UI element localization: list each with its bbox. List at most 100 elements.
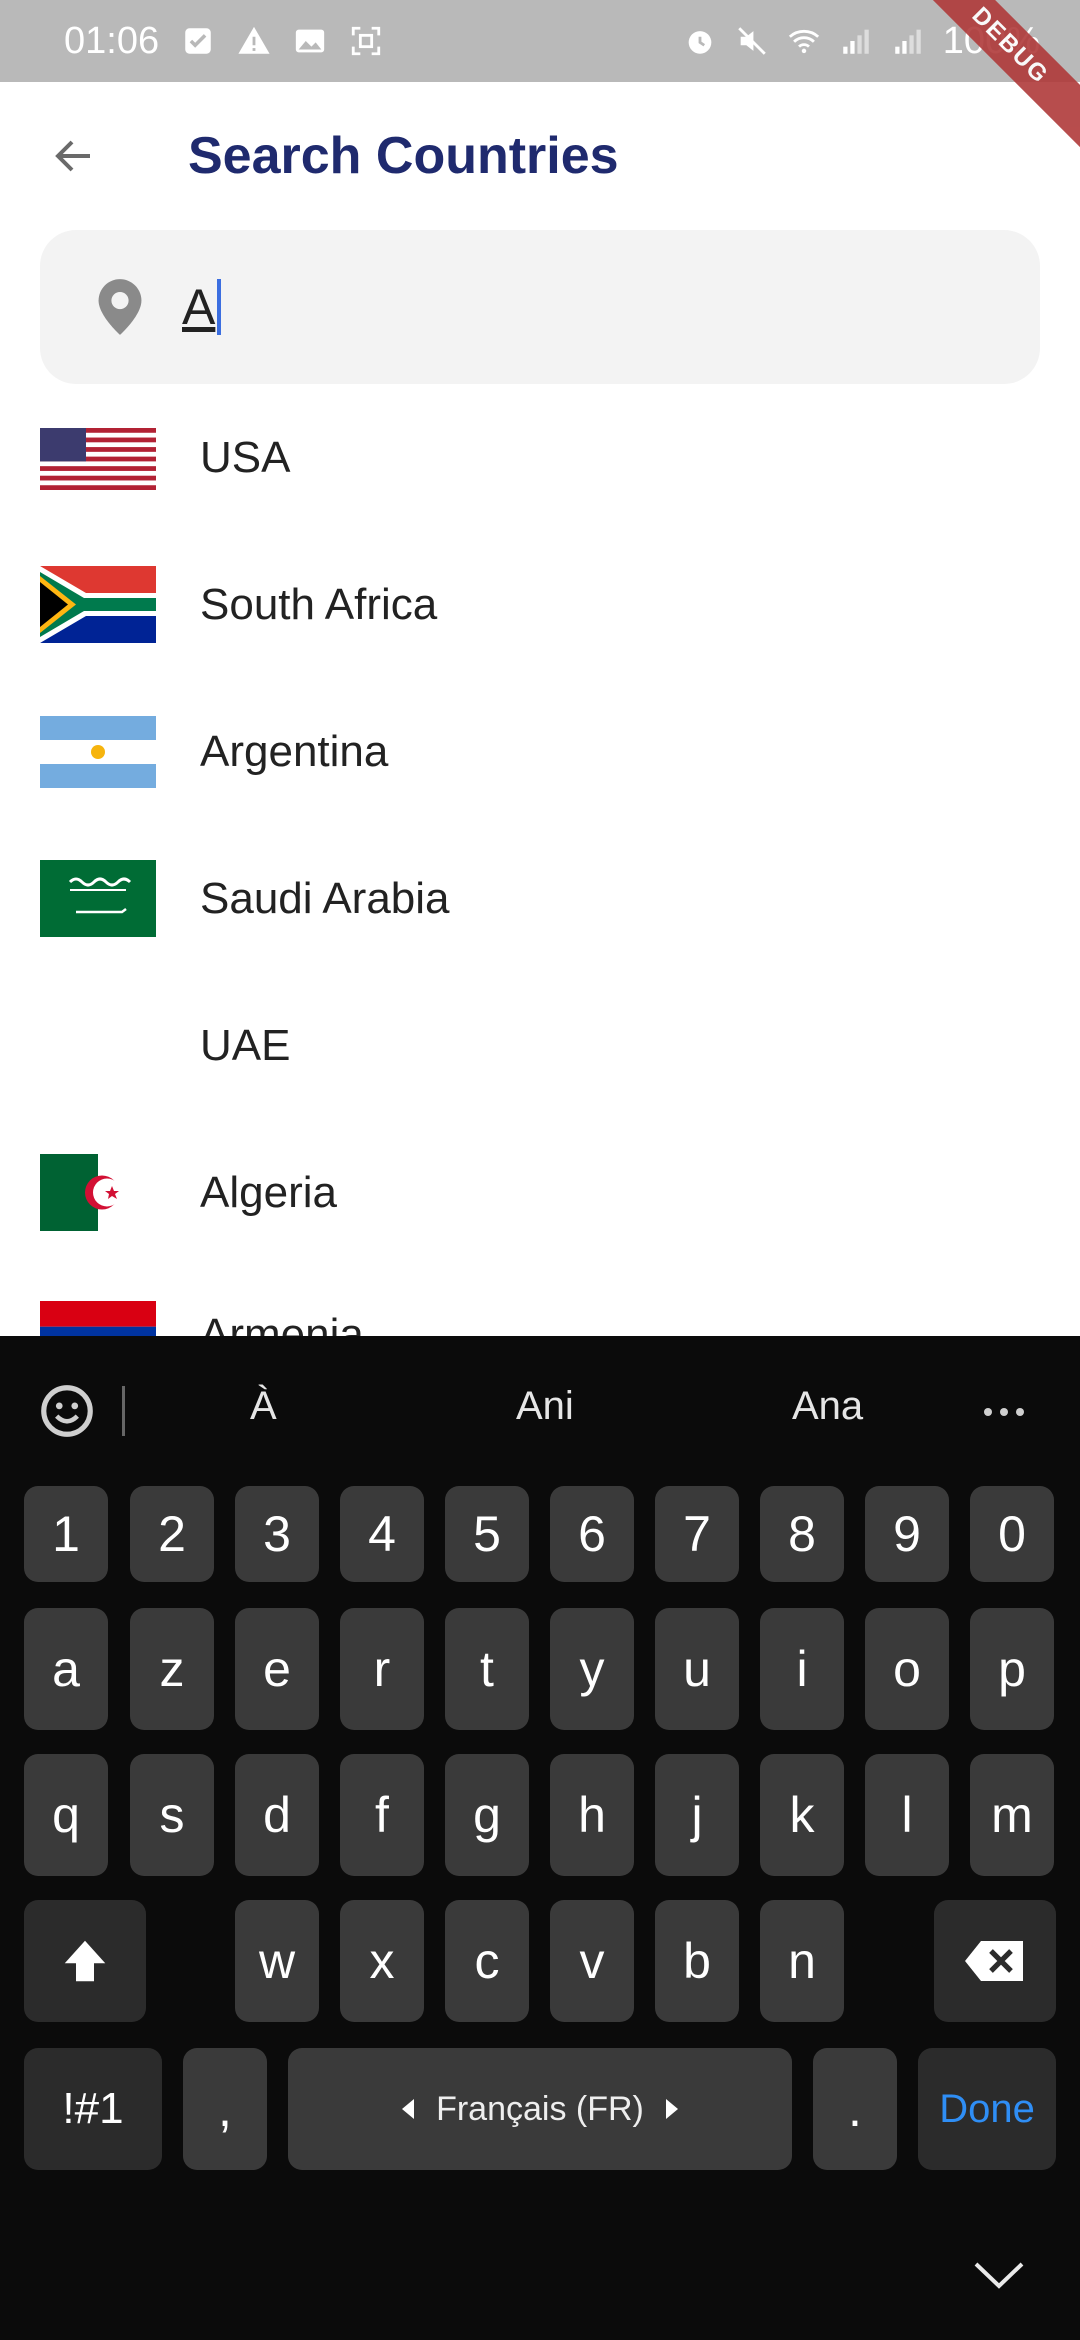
key-2[interactable]: 2 <box>130 1486 214 1582</box>
comma-key[interactable]: , <box>183 2048 267 2170</box>
search-input-text: A <box>182 279 216 335</box>
suggestion-2[interactable]: Ani <box>516 1384 574 1429</box>
algeria-flag-icon <box>40 1154 156 1231</box>
search-input[interactable]: A <box>182 278 222 336</box>
country-name: UAE <box>200 1020 291 1070</box>
country-item[interactable]: Argentina <box>0 678 1080 825</box>
key-a[interactable]: a <box>24 1608 108 1730</box>
app-bar: Search Countries <box>0 82 1080 230</box>
country-name: Algeria <box>200 1167 337 1217</box>
key-9[interactable]: 9 <box>865 1486 949 1582</box>
key-k[interactable]: k <box>760 1754 844 1876</box>
country-name: Saudi Arabia <box>200 873 450 923</box>
symbols-key[interactable]: !#1 <box>24 2048 162 2170</box>
period-key[interactable]: . <box>813 2048 897 2170</box>
key-7[interactable]: 7 <box>655 1486 739 1582</box>
signal-icon <box>843 29 869 54</box>
done-key-label: Done <box>939 2086 1035 2131</box>
key-u[interactable]: u <box>655 1608 739 1730</box>
country-name: South Africa <box>200 579 438 629</box>
signal-icon-2 <box>895 29 921 54</box>
key-f[interactable]: f <box>340 1754 424 1876</box>
key-6[interactable]: 6 <box>550 1486 634 1582</box>
key-h[interactable]: h <box>550 1754 634 1876</box>
saudi-arabia-flag-icon <box>40 860 156 937</box>
key-n[interactable]: n <box>760 1900 844 2022</box>
key-4[interactable]: 4 <box>340 1486 424 1582</box>
chevron-down-icon[interactable] <box>972 2260 1026 2290</box>
next-language-icon <box>665 2099 678 2119</box>
status-time: 01:06 <box>64 19 160 62</box>
key-o[interactable]: o <box>865 1608 949 1730</box>
key-5[interactable]: 5 <box>445 1486 529 1582</box>
key-t[interactable]: t <box>445 1608 529 1730</box>
location-pin-icon <box>98 279 142 335</box>
key-s[interactable]: s <box>130 1754 214 1876</box>
backspace-icon <box>965 1941 1023 1981</box>
key-m[interactable]: m <box>970 1754 1054 1876</box>
suggestion-3[interactable]: Ana <box>792 1384 863 1429</box>
suggestion-1[interactable]: À <box>250 1384 277 1429</box>
country-name: Argentina <box>200 726 389 776</box>
country-item[interactable]: South Africa <box>0 531 1080 678</box>
screenshot-icon <box>351 26 381 56</box>
key-x[interactable]: x <box>340 1900 424 2022</box>
key-b[interactable]: b <box>655 1900 739 2022</box>
prev-language-icon <box>402 2099 415 2119</box>
done-key[interactable]: Done <box>918 2048 1056 2170</box>
armenia-flag-icon <box>40 1301 156 1336</box>
key-v[interactable]: v <box>550 1900 634 2022</box>
country-item[interactable]: Algeria <box>0 1119 1080 1266</box>
usa-flag-icon <box>40 428 156 490</box>
status-left: 01:06 <box>64 20 383 63</box>
suggestion-divider <box>122 1386 125 1436</box>
backspace-key[interactable] <box>934 1900 1056 2022</box>
argentina-flag-icon <box>40 716 156 788</box>
key-j[interactable]: j <box>655 1754 739 1876</box>
back-button[interactable] <box>32 114 116 198</box>
image-icon <box>295 29 325 53</box>
key-y[interactable]: y <box>550 1608 634 1730</box>
status-bar: 01:06 100% DEBUG <box>0 0 1080 154</box>
south-africa-flag-icon <box>40 566 156 643</box>
alarm-icon <box>688 31 712 54</box>
suggestion-bar: À Ani Ana <box>0 1336 1080 1486</box>
key-1[interactable]: 1 <box>24 1486 108 1582</box>
back-arrow-icon <box>55 140 90 172</box>
key-e[interactable]: e <box>235 1608 319 1730</box>
country-item[interactable]: Saudi Arabia <box>0 825 1080 972</box>
space-key[interactable]: Français (FR) <box>288 2048 792 2170</box>
page-title: Search Countries <box>188 127 619 185</box>
checkbox-icon <box>185 28 211 54</box>
keyboard: À Ani Ana 1 2 3 4 5 6 7 8 9 0 a z e r t … <box>0 1336 1080 2340</box>
key-w[interactable]: w <box>235 1900 319 2022</box>
mute-icon <box>738 27 766 55</box>
country-item[interactable]: UAE <box>0 972 1080 1119</box>
country-item[interactable]: Armenia <box>0 1266 1080 1336</box>
key-3[interactable]: 3 <box>235 1486 319 1582</box>
key-r[interactable]: r <box>340 1608 424 1730</box>
more-options-icon[interactable] <box>982 1406 1026 1418</box>
key-l[interactable]: l <box>865 1754 949 1876</box>
key-q[interactable]: q <box>24 1754 108 1876</box>
search-field[interactable]: A <box>40 230 1040 384</box>
wifi-icon <box>788 29 819 54</box>
shift-arrow-icon <box>64 1940 106 1982</box>
country-name: USA <box>200 432 291 482</box>
country-list[interactable]: USA South Africa Argentina Saudi Arabia … <box>0 384 1080 1336</box>
key-z[interactable]: z <box>130 1608 214 1730</box>
key-0[interactable]: 0 <box>970 1486 1054 1582</box>
key-i[interactable]: i <box>760 1608 844 1730</box>
key-d[interactable]: d <box>235 1754 319 1876</box>
key-c[interactable]: c <box>445 1900 529 2022</box>
warning-icon <box>238 26 270 54</box>
key-p[interactable]: p <box>970 1608 1054 1730</box>
language-label: Français (FR) <box>436 2089 644 2128</box>
shift-key[interactable] <box>24 1900 146 2022</box>
key-8[interactable]: 8 <box>760 1486 844 1582</box>
text-caret <box>217 279 222 335</box>
keyboard-toolbar-icon[interactable] <box>36 1380 98 1442</box>
country-name: Armenia <box>200 1310 364 1336</box>
country-item[interactable]: USA <box>0 384 1080 531</box>
key-g[interactable]: g <box>445 1754 529 1876</box>
